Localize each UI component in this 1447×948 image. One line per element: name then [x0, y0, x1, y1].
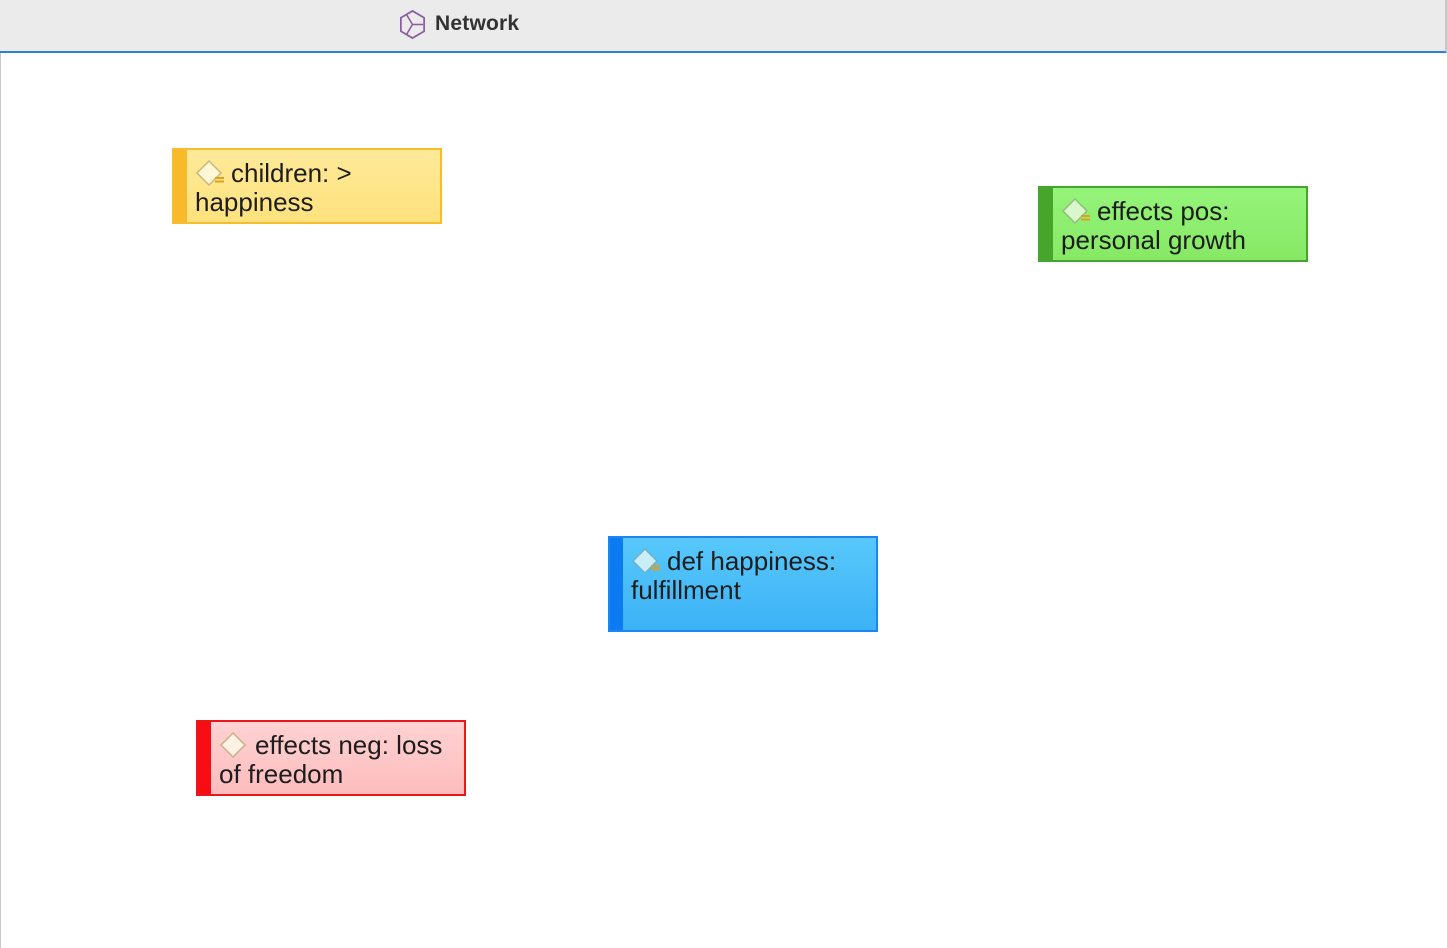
code-node-effects-pos[interactable]: effects pos: personal growth	[1038, 186, 1308, 262]
node-color-stripe	[174, 150, 187, 222]
tab-bar: Network	[0, 0, 1447, 53]
code-icon	[1061, 196, 1093, 226]
code-icon	[219, 730, 251, 760]
code-node-def-happiness[interactable]: def happiness: fulfillment	[608, 536, 878, 632]
node-color-stripe	[198, 722, 211, 794]
node-label: effects neg: loss of freedom	[219, 730, 443, 789]
code-icon	[631, 546, 663, 576]
code-icon	[195, 158, 227, 188]
code-node-children-happiness[interactable]: children: > happiness	[172, 148, 442, 224]
code-node-effects-neg[interactable]: effects neg: loss of freedom	[196, 720, 466, 796]
network-canvas[interactable]: children: > happiness effects pos: perso…	[0, 53, 1446, 948]
tab-network[interactable]: Network	[397, 8, 519, 40]
tab-title: Network	[435, 12, 520, 35]
node-color-stripe	[1040, 188, 1053, 260]
network-icon	[397, 9, 428, 40]
node-color-stripe	[610, 538, 623, 630]
